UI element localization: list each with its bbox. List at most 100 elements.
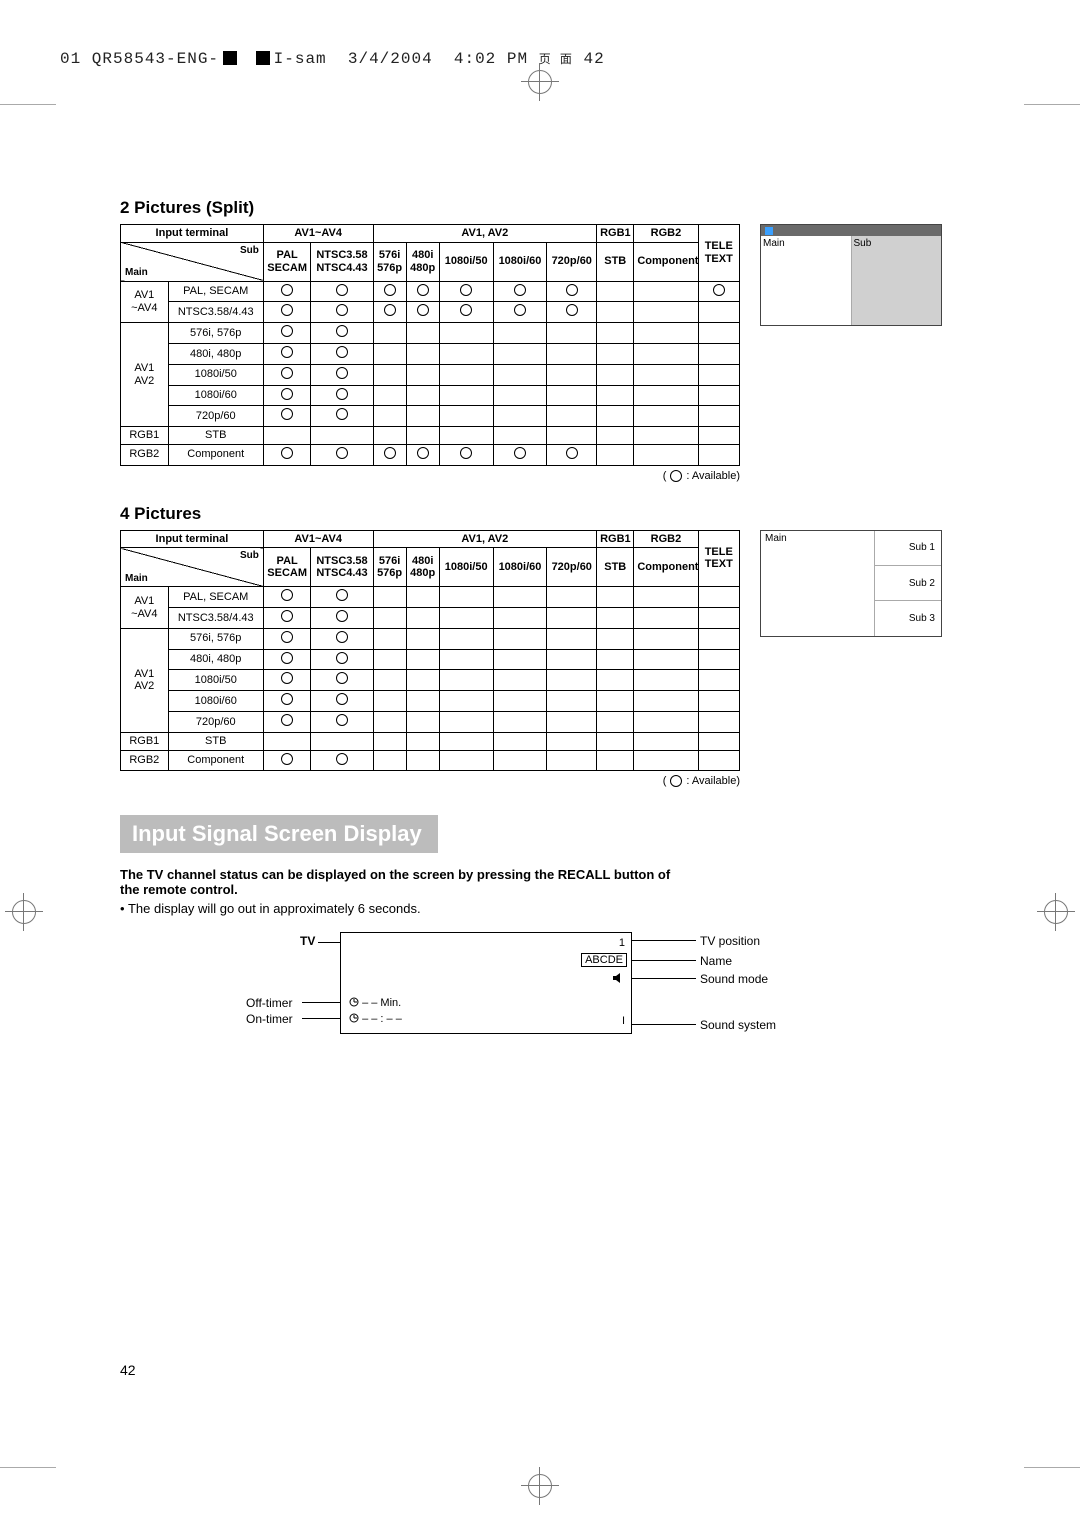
available-cell — [263, 406, 311, 427]
available-cell — [406, 281, 439, 302]
row-sub: 1080i/50 — [168, 670, 263, 691]
unavailable-cell — [439, 406, 493, 427]
pip-icon — [765, 227, 773, 235]
col-component: Component — [634, 548, 698, 587]
available-cell — [263, 628, 311, 649]
unavailable-cell — [698, 750, 739, 771]
row-sub: 1080i/50 — [168, 364, 263, 385]
header-time: 4:02 PM — [454, 50, 528, 68]
preview-main-pane: Main — [761, 236, 852, 325]
unavailable-cell — [597, 302, 634, 323]
row-main: AV1AV2 — [121, 628, 169, 732]
row-sub: 480i, 480p — [168, 344, 263, 365]
unavailable-cell — [597, 281, 634, 302]
col-720p60: 720p/60 — [547, 548, 597, 587]
unavailable-cell — [547, 670, 597, 691]
col-1080i50: 1080i/50 — [439, 242, 493, 281]
unavailable-cell — [634, 427, 698, 445]
row-sub: NTSC3.58/4.43 — [168, 302, 263, 323]
unavailable-cell — [493, 344, 547, 365]
osd-tvposition-label: TV position — [700, 934, 760, 948]
unavailable-cell — [698, 608, 739, 629]
content-area: 2 Pictures (Split) Input terminal AV1~AV… — [60, 68, 1020, 1052]
lead-text: The TV channel status can be displayed o… — [120, 867, 680, 897]
table-row: 480i, 480p — [121, 649, 740, 670]
available-cell — [311, 444, 373, 465]
table-4pic-wrap: Input terminal AV1~AV4 AV1, AV2 RGB1 RGB… — [120, 530, 740, 788]
unavailable-cell — [373, 750, 406, 771]
connector-line — [632, 978, 696, 979]
bullet-icon: • — [120, 901, 125, 916]
available-cell — [439, 281, 493, 302]
unavailable-cell — [406, 628, 439, 649]
unavailable-cell — [493, 670, 547, 691]
table-row: RGB2Component — [121, 750, 740, 771]
row-sub: Component — [168, 750, 263, 771]
table-row: 720p/60 — [121, 712, 740, 733]
section-title-2pic: 2 Pictures (Split) — [120, 198, 960, 218]
preview-titlebar — [761, 225, 941, 236]
unavailable-cell — [439, 732, 493, 750]
unavailable-cell — [597, 344, 634, 365]
col-input-terminal: Input terminal — [121, 225, 264, 243]
preview-main-pane: Main — [761, 531, 875, 636]
table-row: AV1AV2576i, 576p — [121, 628, 740, 649]
unavailable-cell — [493, 587, 547, 608]
unavailable-cell — [406, 344, 439, 365]
unavailable-cell — [698, 302, 739, 323]
unavailable-cell — [439, 649, 493, 670]
unavailable-cell — [439, 323, 493, 344]
unavailable-cell — [547, 732, 597, 750]
row-main: AV1~AV4 — [121, 587, 169, 629]
unavailable-cell — [547, 649, 597, 670]
row-sub: 576i, 576p — [168, 628, 263, 649]
row-sub: STB — [168, 427, 263, 445]
unavailable-cell — [698, 587, 739, 608]
unavailable-cell — [597, 385, 634, 406]
unavailable-cell — [373, 427, 406, 445]
table-row: NTSC3.58/4.43 — [121, 302, 740, 323]
unavailable-cell — [406, 587, 439, 608]
available-cell — [263, 364, 311, 385]
col-teletext: TELETEXT — [698, 530, 739, 587]
unavailable-cell — [698, 385, 739, 406]
available-cell — [493, 302, 547, 323]
unavailable-cell — [597, 587, 634, 608]
unavailable-cell — [439, 427, 493, 445]
unavailable-cell — [597, 712, 634, 733]
subline-text: The display will go out in approximately… — [128, 901, 421, 916]
header-page-marker: 42 — [584, 50, 605, 68]
available-cell — [493, 281, 547, 302]
corner-cell: Sub Main — [121, 242, 264, 281]
unavailable-cell — [373, 628, 406, 649]
unavailable-cell — [439, 712, 493, 733]
table-row: 1080i/50 — [121, 364, 740, 385]
sub-text: • The display will go out in approximate… — [120, 901, 960, 916]
available-cell — [263, 649, 311, 670]
osd-on-value-text: – – : – – — [362, 1013, 402, 1025]
available-cell — [493, 444, 547, 465]
unavailable-cell — [597, 364, 634, 385]
connector-line — [632, 1024, 696, 1025]
available-cell — [263, 608, 311, 629]
unavailable-cell — [493, 364, 547, 385]
available-cell — [263, 670, 311, 691]
osd-name-value: ABCDE — [581, 953, 627, 967]
col-group-av12: AV1, AV2 — [373, 225, 597, 243]
row-sub: 1080i/60 — [168, 385, 263, 406]
unavailable-cell — [634, 670, 698, 691]
unavailable-cell — [373, 608, 406, 629]
unavailable-cell — [698, 364, 739, 385]
available-cell — [373, 444, 406, 465]
table-row: 480i, 480p — [121, 344, 740, 365]
preview-sub-pane: Sub — [852, 236, 942, 325]
unavailable-cell — [439, 750, 493, 771]
register-mark-icon — [1044, 900, 1068, 924]
row-sub: PAL, SECAM — [168, 281, 263, 302]
row-sub: 576i, 576p — [168, 323, 263, 344]
unavailable-cell — [547, 323, 597, 344]
row-sub: NTSC3.58/4.43 — [168, 608, 263, 629]
unavailable-cell — [547, 608, 597, 629]
register-mark-icon — [12, 900, 36, 924]
osd-screen-box: 1 ABCDE – – Min. – – : – – I — [340, 932, 632, 1034]
